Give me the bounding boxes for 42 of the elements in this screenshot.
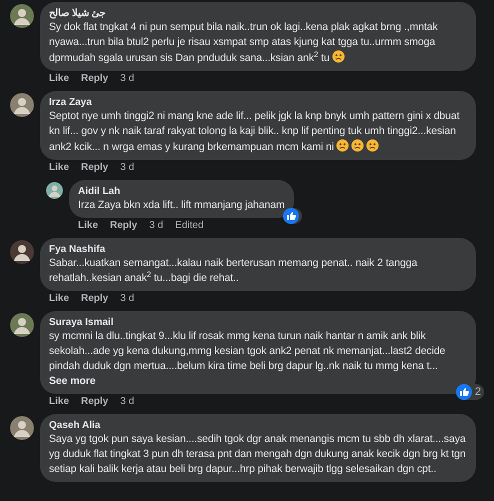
comment-text: Sabar...kuatkan semangat...kalau naik berterusan memang penat.. naik 2 tangga rehatlah..kesian anak$^{2}$ tu...bagi die rehat..	[49, 256, 418, 286]
avatar[interactable]	[10, 313, 34, 337]
avatar[interactable]	[10, 240, 34, 264]
comment-author[interactable]: Qaseh Alia	[49, 419, 467, 432]
comment-time[interactable]: 3 d	[120, 292, 134, 305]
comment-time[interactable]: 3 d	[149, 219, 164, 232]
comment-action-link[interactable]: Like	[49, 292, 70, 305]
sad-face-icon	[366, 139, 379, 152]
comment-text: sy mcmni la dlu..tingkat 9...klu lif rosak mmg kena turun naik hantar n amik ank blik sekolah...ade yg kena dukung,mmg kesian tgok ank2 penat nk memanjat...last2 decide pindah duduk dgn mertua....belum kira time beli brg dapur lg..nk naik tu mmg kena t... See more	[49, 329, 446, 389]
comment-action-link[interactable]: Like	[78, 219, 98, 232]
sad-face-icon	[332, 50, 345, 63]
edited-label: Edited	[175, 219, 204, 232]
comment-action-link[interactable]: Like	[49, 161, 70, 174]
comment-action-link[interactable]: Like	[49, 72, 70, 85]
comment-text: Saya yg tgok pun saya kesian....sedih tgok dgr anak menangis mcm tu sbb dh xlarat....saya yg duduk flat tingkat 3 pun dh terasa pnt dan mengah dgn dukung anak kecik dgn brg kt tgn setiap kali balik kerja atau beli brg dapur...hrp pihak berwajib tlgg selesaikan dgn cpt..	[49, 432, 467, 477]
thumbs-up-icon[interactable]	[282, 208, 299, 224]
comment-time[interactable]: 3 d	[120, 72, 134, 85]
comment-author[interactable]: جئ شيلا صالح	[49, 7, 467, 20]
comment-text: Irza Zaya bkn xda lift.. lift mmanjang jahanam	[78, 198, 285, 213]
comment-time[interactable]: 3 d	[120, 395, 134, 408]
avatar[interactable]	[10, 93, 34, 117]
comment-action-link[interactable]: Reply	[110, 219, 138, 232]
comment-action-link[interactable]: Reply	[81, 395, 108, 408]
comment-action-link[interactable]: Reply	[81, 161, 108, 174]
avatar[interactable]	[10, 4, 34, 28]
sad-face-icon	[350, 139, 364, 152]
see-more-link[interactable]: See more	[49, 375, 96, 387]
comment-author[interactable]: Fya Nashifa	[49, 243, 467, 256]
comment-author[interactable]: Suraya Ismail	[49, 316, 467, 329]
avatar[interactable]	[10, 416, 34, 440]
comment-action-link[interactable]: Reply	[81, 292, 108, 305]
comment-action-link[interactable]: Like	[49, 395, 70, 408]
comment-author[interactable]: Aidil Lah	[78, 185, 285, 198]
comment-text: Sy dok flat tngkat 4 ni pun semput bila naik..trun ok lagi..kena plak agkat brng .,mntak nyawa...trun bila btul2 perlu je risau xsmpat smp atas kjung kat tgga tu..urmm smoga dprmudah sgala urusan sis Dan pnduduk sana...ksian ank$^{2}$ tu	[49, 20, 439, 66]
sad-face-icon	[336, 139, 349, 152]
comment-text: Septot nye umh tinggi2 ni mang kne ade lif... pelik jgk la knp bnyk umh pattern gini x dbuat kn lif... gov y nk naik taraf rakyat tolong la kaji blik.. knp lif penting tuk umh tinggi2...kesian ank2 kcik... n wrga emas y kurang brkemampuan mcm kami ni	[49, 109, 460, 155]
avatar[interactable]	[46, 182, 63, 199]
reaction-count: 2	[474, 384, 481, 400]
comment-time[interactable]: 3 d	[120, 161, 134, 174]
comment-action-link[interactable]: Reply	[81, 72, 108, 85]
thumbs-up-icon[interactable]	[456, 384, 472, 400]
comment-author[interactable]: Irza Zaya	[49, 96, 467, 109]
